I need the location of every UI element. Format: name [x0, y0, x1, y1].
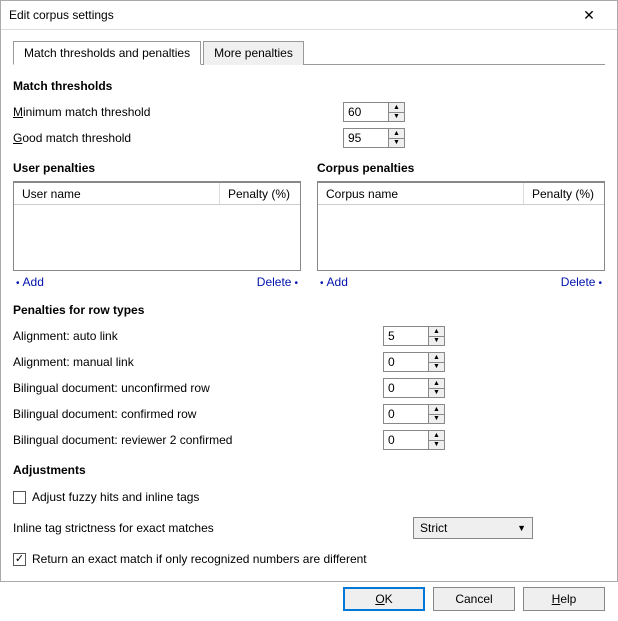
- checkbox-adjust-fuzzy[interactable]: [13, 491, 26, 504]
- label-min-threshold: Minimum match threshold: [13, 105, 343, 119]
- heading-user-penalties: User penalties: [13, 161, 301, 175]
- select-strictness[interactable]: Strict ▼: [413, 517, 533, 539]
- add-corpus-penalty-link[interactable]: •Add: [317, 275, 348, 289]
- select-strictness-value: Strict: [420, 521, 447, 535]
- user-penalties-column: User penalties User name Penalty (%) •Ad…: [13, 157, 301, 289]
- label-row-penalty: Alignment: manual link: [13, 355, 383, 369]
- heading-row-penalties: Penalties for row types: [13, 303, 605, 317]
- row-penalty-item: Alignment: auto link ▲▼: [13, 325, 605, 347]
- spinner-good-threshold: ▲ ▼: [343, 128, 405, 148]
- label-min-threshold-text: inimum match threshold: [23, 105, 150, 119]
- label-row-penalty: Bilingual document: unconfirmed row: [13, 381, 383, 395]
- tab-match-thresholds[interactable]: Match thresholds and penalties: [13, 41, 201, 65]
- spin-down-icon[interactable]: ▼: [389, 112, 404, 122]
- label-return-exact: Return an exact match if only recognized…: [32, 552, 367, 566]
- cancel-button[interactable]: Cancel: [433, 587, 515, 611]
- spin-up-icon[interactable]: ▲: [429, 353, 444, 362]
- table-header: User name Penalty (%): [14, 183, 300, 205]
- row-good-threshold: Good match threshold ▲ ▼: [13, 127, 605, 149]
- row-penalty-item: Bilingual document: unconfirmed row ▲▼: [13, 377, 605, 399]
- row-penalty-item: Bilingual document: confirmed row ▲▼: [13, 403, 605, 425]
- label-good-threshold-text: ood match threshold: [22, 131, 131, 145]
- table-header: Corpus name Penalty (%): [318, 183, 604, 205]
- close-icon[interactable]: ✕: [569, 1, 609, 29]
- checkbox-return-exact[interactable]: [13, 553, 26, 566]
- col-corpus-penalty[interactable]: Penalty (%): [524, 183, 604, 204]
- heading-corpus-penalties: Corpus penalties: [317, 161, 605, 175]
- input-row-penalty[interactable]: [383, 326, 429, 346]
- row-min-threshold: Minimum match threshold ▲ ▼: [13, 101, 605, 123]
- help-button[interactable]: Help: [523, 587, 605, 611]
- label-row-penalty: Alignment: auto link: [13, 329, 383, 343]
- spin-down-icon[interactable]: ▼: [429, 362, 444, 372]
- spin-up-icon[interactable]: ▲: [429, 379, 444, 388]
- ok-button[interactable]: OK: [343, 587, 425, 611]
- input-row-penalty[interactable]: [383, 378, 429, 398]
- spin-down-icon[interactable]: ▼: [429, 440, 444, 450]
- label-good-threshold: Good match threshold: [13, 131, 343, 145]
- col-user-penalty[interactable]: Penalty (%): [220, 183, 300, 204]
- spinner-row-penalty: ▲▼: [383, 326, 445, 346]
- spin-up-icon[interactable]: ▲: [429, 327, 444, 336]
- input-row-penalty[interactable]: [383, 404, 429, 424]
- chevron-down-icon: ▼: [517, 523, 526, 533]
- bullet-icon: •: [294, 278, 298, 289]
- checkbox-adjust-fuzzy-row[interactable]: Adjust fuzzy hits and inline tags: [13, 487, 605, 507]
- spin-down-icon[interactable]: ▼: [389, 138, 404, 148]
- corpus-penalties-actions: •Add Delete•: [317, 275, 605, 289]
- row-strictness: Inline tag strictness for exact matches …: [13, 517, 605, 539]
- heading-match-thresholds: Match thresholds: [13, 79, 605, 93]
- row-penalty-item: Alignment: manual link ▲▼: [13, 351, 605, 373]
- col-corpus-name[interactable]: Corpus name: [318, 183, 524, 204]
- bullet-icon: •: [598, 278, 602, 289]
- col-user-name[interactable]: User name: [14, 183, 220, 204]
- spin-down-icon[interactable]: ▼: [429, 388, 444, 398]
- title-bar: Edit corpus settings ✕: [1, 1, 617, 30]
- spin-up-icon[interactable]: ▲: [389, 129, 404, 138]
- tab-more-penalties[interactable]: More penalties: [203, 41, 304, 65]
- label-row-penalty: Bilingual document: confirmed row: [13, 407, 383, 421]
- checkbox-return-exact-row[interactable]: Return an exact match if only recognized…: [13, 549, 605, 569]
- bullet-icon: •: [320, 278, 324, 289]
- input-good-threshold[interactable]: [343, 128, 389, 148]
- spin-up-icon[interactable]: ▲: [389, 103, 404, 112]
- user-penalties-table[interactable]: User name Penalty (%): [13, 181, 301, 271]
- input-row-penalty[interactable]: [383, 352, 429, 372]
- label-adjust-fuzzy: Adjust fuzzy hits and inline tags: [32, 490, 199, 504]
- corpus-penalties-table[interactable]: Corpus name Penalty (%): [317, 181, 605, 271]
- window-title: Edit corpus settings: [9, 8, 569, 22]
- spin-down-icon[interactable]: ▼: [429, 414, 444, 424]
- tab-bar: Match thresholds and penalties More pena…: [13, 40, 605, 65]
- dialog-button-bar: OK Cancel Help: [1, 579, 617, 621]
- spin-up-icon[interactable]: ▲: [429, 431, 444, 440]
- spin-up-icon[interactable]: ▲: [429, 405, 444, 414]
- dialog-body: Match thresholds and penalties More pena…: [1, 30, 617, 579]
- corpus-penalties-column: Corpus penalties Corpus name Penalty (%)…: [317, 157, 605, 289]
- input-min-threshold[interactable]: [343, 102, 389, 122]
- label-strictness: Inline tag strictness for exact matches: [13, 521, 413, 535]
- add-user-penalty-link[interactable]: •Add: [13, 275, 44, 289]
- input-row-penalty[interactable]: [383, 430, 429, 450]
- bullet-icon: •: [16, 278, 20, 289]
- user-penalties-actions: •Add Delete•: [13, 275, 301, 289]
- spin-down-icon[interactable]: ▼: [429, 336, 444, 346]
- delete-corpus-penalty-link[interactable]: Delete•: [561, 275, 605, 289]
- spin-buttons: ▲ ▼: [389, 102, 405, 122]
- row-penalty-item: Bilingual document: reviewer 2 confirmed…: [13, 429, 605, 451]
- spin-buttons: ▲ ▼: [389, 128, 405, 148]
- delete-user-penalty-link[interactable]: Delete•: [257, 275, 301, 289]
- label-row-penalty: Bilingual document: reviewer 2 confirmed: [13, 433, 383, 447]
- spinner-min-threshold: ▲ ▼: [343, 102, 405, 122]
- heading-adjustments: Adjustments: [13, 463, 605, 477]
